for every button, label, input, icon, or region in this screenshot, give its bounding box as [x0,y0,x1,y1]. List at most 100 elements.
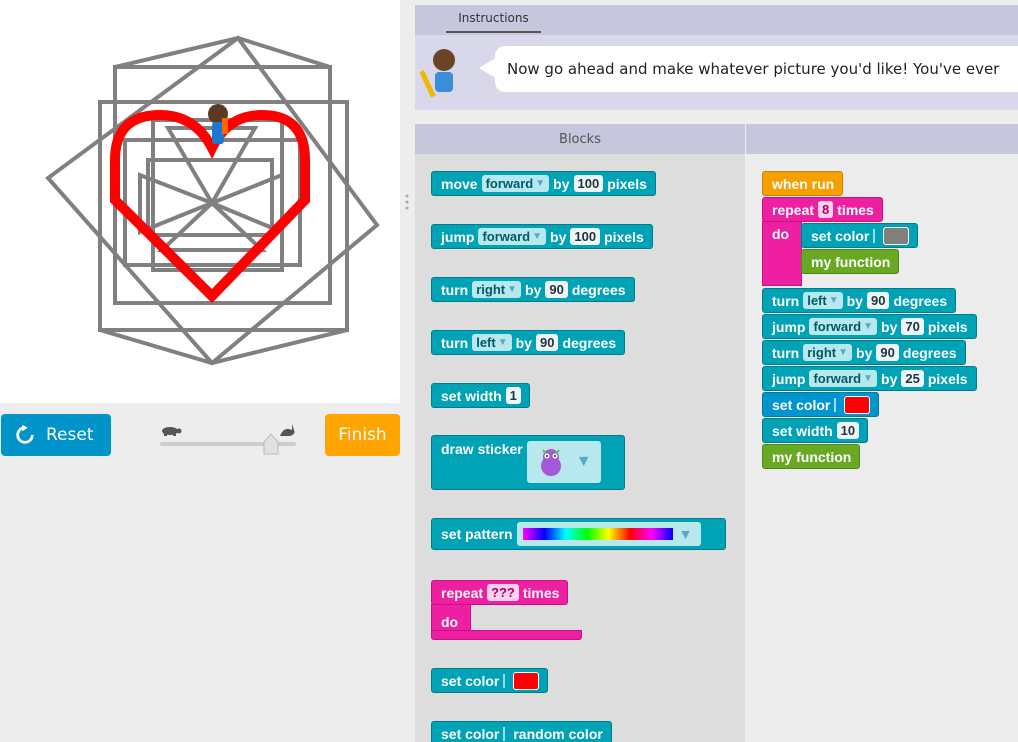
number-field[interactable]: 8 [818,201,834,218]
number-field[interactable]: 100 [570,228,601,245]
block-keyword: set width [441,387,502,404]
when-run-block[interactable]: when run [762,171,844,196]
block-keyword: jump [441,228,475,245]
block-keyword: times [522,584,560,601]
direction-dropdown[interactable]: forward [486,176,534,191]
number-field[interactable]: 90 [866,292,890,309]
workspace-call-my-function-block-2[interactable]: my function [762,444,861,469]
slider-handle[interactable] [263,433,279,455]
toolbox-set-width-block[interactable]: set width 1 [431,383,530,408]
block-keyword: degrees [562,334,617,351]
direction-dropdown[interactable]: left [476,335,496,350]
number-field[interactable]: 90 [876,344,899,361]
direction-dropdown[interactable]: forward [813,319,861,334]
block-keyword: jump [772,318,806,335]
block-keyword: by [881,318,898,335]
block-keyword: by [553,175,570,192]
reset-icon [16,424,34,444]
workspace-set-color-red-block[interactable]: set color [762,392,880,417]
workspace-turn-left-block[interactable]: turn left ▼ by 90 degrees [762,288,957,313]
value-socket [503,726,509,741]
workspace-jump-70-block[interactable]: jump forward ▼ by 70 pixels [762,314,977,339]
direction-dropdown[interactable]: right [807,345,836,360]
pattern-dropdown[interactable]: ▼ [516,522,701,546]
toolbox-header: Blocks [415,124,745,154]
color-swatch[interactable] [883,226,910,245]
toolbox-repeat-block[interactable]: repeat ??? times [431,580,569,605]
number-field[interactable]: 10 [836,422,860,439]
toolbox-jump-block[interactable]: jump forward ▼ by 100 pixels [431,224,653,249]
workspace-set-width-block[interactable]: set width 10 [762,418,869,443]
speech-bubble-tail [479,58,496,78]
random-color-value[interactable]: random color [513,726,602,742]
block-keyword: pixels [927,318,968,335]
rabbit-icon [280,424,295,436]
block-keyword: set color [441,725,500,742]
block-keyword: my function [772,448,852,465]
turtle-icon [162,427,182,436]
block-keyword: turn [441,334,469,351]
block-keyword: degrees [902,344,957,361]
direction-dropdown[interactable]: forward [813,371,861,386]
direction-dropdown[interactable]: right [476,282,505,297]
block-keyword: turn [441,281,469,298]
block-keyword: when run [772,175,835,192]
repeat-do-label: do [772,226,790,242]
color-swatch[interactable] [513,671,540,690]
workspace-call-my-function-block[interactable]: my function [801,249,900,274]
sticker-dropdown[interactable]: ▼ [526,441,601,483]
block-keyword: do [441,614,459,630]
toolbox-turn-left-block[interactable]: turn left ▼ by 90 degrees [431,330,626,355]
block-keyword: degrees [893,292,948,309]
number-field[interactable]: 90 [535,334,559,351]
rainbow-pattern-swatch [522,528,673,540]
block-keyword: move [441,175,478,192]
toolbox-draw-sticker-block[interactable]: draw sticker ▼ [431,435,625,490]
block-keyword: set color [441,672,500,689]
color-swatch[interactable] [844,395,871,414]
value-socket [873,228,879,243]
number-field[interactable]: 70 [901,318,924,335]
instructions-text: Now go ahead and make whatever picture y… [495,46,1018,92]
block-keyword: set color [772,396,831,413]
reset-label: Reset [46,425,94,445]
value-socket [503,673,509,688]
block-keyword: set color [811,227,870,244]
workspace-set-color-gray-block[interactable]: set color [801,223,919,248]
workspace-repeat-block[interactable]: repeat 8 times [762,197,883,222]
reset-button[interactable]: Reset [1,414,111,456]
number-field[interactable]: ??? [487,584,519,601]
direction-dropdown[interactable]: left [807,293,827,308]
toolbox-turn-right-block[interactable]: turn right ▼ by 90 degrees [431,277,635,302]
dragon-sticker-icon [540,449,561,476]
block-keyword: degrees [571,281,626,298]
value-socket [834,397,840,412]
block-keyword: pixels [607,175,647,192]
workspace-turn-right-block[interactable]: turn right ▼ by 90 degrees [762,340,966,365]
finish-button[interactable]: Finish [325,414,400,456]
workspace-jump-25-block[interactable]: jump forward ▼ by 25 pixels [762,366,977,391]
workspace-header [746,124,1018,154]
toolbox-set-random-color-block[interactable]: set color random color [431,721,612,742]
block-keyword: by [525,281,542,298]
block-keyword: repeat [441,584,484,601]
toolbox-set-pattern-block[interactable]: set pattern ▼ [431,518,726,550]
number-field[interactable]: 1 [505,387,521,404]
block-keyword: times [837,201,874,218]
number-field[interactable]: 100 [573,175,604,192]
block-keyword: turn [772,292,800,309]
number-field[interactable]: 25 [901,370,924,387]
resize-grip[interactable] [404,193,410,213]
repeat-block-footer [431,630,582,640]
speed-slider[interactable] [158,420,298,456]
direction-dropdown[interactable]: forward [482,229,530,244]
block-keyword: turn [772,344,800,361]
instructor-avatar [420,49,455,98]
number-field[interactable]: 90 [545,281,568,298]
turtle-drawing [45,35,380,366]
block-keyword: by [856,344,873,361]
block-keyword: set pattern [441,526,513,542]
tab-instructions[interactable]: Instructions [446,5,541,33]
toolbox-set-color-block[interactable]: set color [431,668,549,693]
toolbox-move-block[interactable]: move forward ▼ by 100 pixels [431,171,656,196]
